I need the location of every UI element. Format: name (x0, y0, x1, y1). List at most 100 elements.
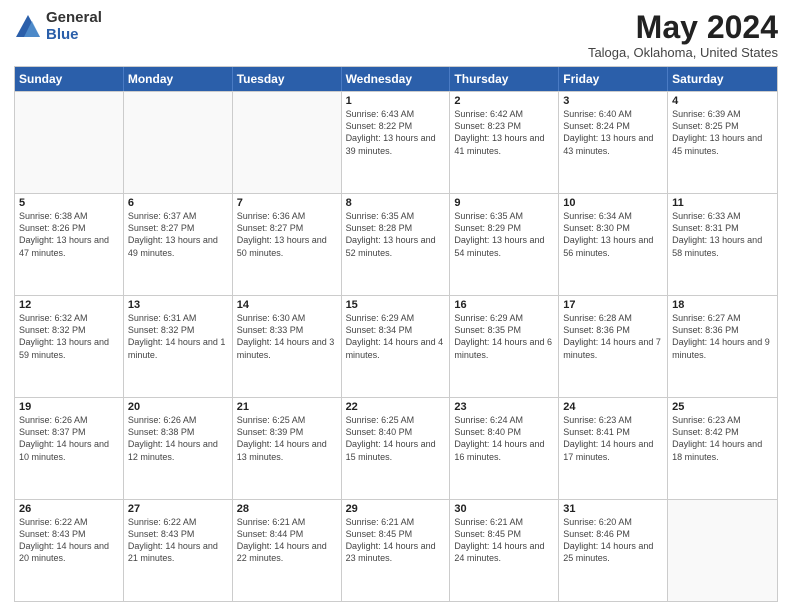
day-info: Sunrise: 6:40 AM Sunset: 8:24 PM Dayligh… (563, 108, 663, 157)
calendar-day-cell: 22Sunrise: 6:25 AM Sunset: 8:40 PM Dayli… (342, 398, 451, 499)
calendar-day-cell: 17Sunrise: 6:28 AM Sunset: 8:36 PM Dayli… (559, 296, 668, 397)
day-info: Sunrise: 6:23 AM Sunset: 8:41 PM Dayligh… (563, 414, 663, 463)
calendar-day-header: Sunday (15, 67, 124, 91)
calendar-day-cell: 19Sunrise: 6:26 AM Sunset: 8:37 PM Dayli… (15, 398, 124, 499)
calendar-day-cell (124, 92, 233, 193)
logo-text: General Blue (46, 10, 102, 43)
day-info: Sunrise: 6:25 AM Sunset: 8:39 PM Dayligh… (237, 414, 337, 463)
day-number: 24 (563, 401, 663, 413)
calendar-week-row: 12Sunrise: 6:32 AM Sunset: 8:32 PM Dayli… (15, 295, 777, 397)
day-number: 26 (19, 503, 119, 515)
calendar-day-cell: 21Sunrise: 6:25 AM Sunset: 8:39 PM Dayli… (233, 398, 342, 499)
calendar-day-cell: 26Sunrise: 6:22 AM Sunset: 8:43 PM Dayli… (15, 500, 124, 601)
day-info: Sunrise: 6:27 AM Sunset: 8:36 PM Dayligh… (672, 312, 773, 361)
calendar-day-cell: 12Sunrise: 6:32 AM Sunset: 8:32 PM Dayli… (15, 296, 124, 397)
logo: General Blue (14, 10, 102, 43)
day-info: Sunrise: 6:21 AM Sunset: 8:45 PM Dayligh… (454, 516, 554, 565)
day-info: Sunrise: 6:30 AM Sunset: 8:33 PM Dayligh… (237, 312, 337, 361)
day-number: 25 (672, 401, 773, 413)
day-number: 16 (454, 299, 554, 311)
day-number: 5 (19, 197, 119, 209)
calendar-day-cell: 18Sunrise: 6:27 AM Sunset: 8:36 PM Dayli… (668, 296, 777, 397)
day-info: Sunrise: 6:20 AM Sunset: 8:46 PM Dayligh… (563, 516, 663, 565)
calendar-day-header: Monday (124, 67, 233, 91)
calendar-day-cell: 4Sunrise: 6:39 AM Sunset: 8:25 PM Daylig… (668, 92, 777, 193)
calendar-day-cell: 20Sunrise: 6:26 AM Sunset: 8:38 PM Dayli… (124, 398, 233, 499)
calendar-day-header: Tuesday (233, 67, 342, 91)
day-info: Sunrise: 6:21 AM Sunset: 8:45 PM Dayligh… (346, 516, 446, 565)
day-number: 19 (19, 401, 119, 413)
logo-icon (14, 13, 42, 41)
day-info: Sunrise: 6:26 AM Sunset: 8:37 PM Dayligh… (19, 414, 119, 463)
calendar-header: SundayMondayTuesdayWednesdayThursdayFrid… (15, 67, 777, 91)
day-info: Sunrise: 6:39 AM Sunset: 8:25 PM Dayligh… (672, 108, 773, 157)
day-number: 14 (237, 299, 337, 311)
day-info: Sunrise: 6:35 AM Sunset: 8:28 PM Dayligh… (346, 210, 446, 259)
day-info: Sunrise: 6:37 AM Sunset: 8:27 PM Dayligh… (128, 210, 228, 259)
day-number: 27 (128, 503, 228, 515)
day-info: Sunrise: 6:35 AM Sunset: 8:29 PM Dayligh… (454, 210, 554, 259)
calendar-day-cell: 11Sunrise: 6:33 AM Sunset: 8:31 PM Dayli… (668, 194, 777, 295)
calendar-day-cell (233, 92, 342, 193)
day-info: Sunrise: 6:29 AM Sunset: 8:35 PM Dayligh… (454, 312, 554, 361)
day-number: 2 (454, 95, 554, 107)
header: General Blue May 2024 Taloga, Oklahoma, … (14, 10, 778, 60)
day-info: Sunrise: 6:26 AM Sunset: 8:38 PM Dayligh… (128, 414, 228, 463)
month-year-title: May 2024 (588, 10, 778, 45)
day-number: 11 (672, 197, 773, 209)
day-info: Sunrise: 6:36 AM Sunset: 8:27 PM Dayligh… (237, 210, 337, 259)
calendar-day-cell: 3Sunrise: 6:40 AM Sunset: 8:24 PM Daylig… (559, 92, 668, 193)
calendar-day-cell: 16Sunrise: 6:29 AM Sunset: 8:35 PM Dayli… (450, 296, 559, 397)
title-area: May 2024 Taloga, Oklahoma, United States (588, 10, 778, 60)
calendar-body: 1Sunrise: 6:43 AM Sunset: 8:22 PM Daylig… (15, 91, 777, 601)
day-number: 20 (128, 401, 228, 413)
day-info: Sunrise: 6:29 AM Sunset: 8:34 PM Dayligh… (346, 312, 446, 361)
day-number: 1 (346, 95, 446, 107)
calendar-day-cell: 7Sunrise: 6:36 AM Sunset: 8:27 PM Daylig… (233, 194, 342, 295)
day-number: 4 (672, 95, 773, 107)
calendar-day-cell: 27Sunrise: 6:22 AM Sunset: 8:43 PM Dayli… (124, 500, 233, 601)
day-info: Sunrise: 6:42 AM Sunset: 8:23 PM Dayligh… (454, 108, 554, 157)
day-info: Sunrise: 6:31 AM Sunset: 8:32 PM Dayligh… (128, 312, 228, 361)
day-number: 22 (346, 401, 446, 413)
calendar-day-cell: 14Sunrise: 6:30 AM Sunset: 8:33 PM Dayli… (233, 296, 342, 397)
day-info: Sunrise: 6:32 AM Sunset: 8:32 PM Dayligh… (19, 312, 119, 361)
calendar-day-cell: 24Sunrise: 6:23 AM Sunset: 8:41 PM Dayli… (559, 398, 668, 499)
page: General Blue May 2024 Taloga, Oklahoma, … (0, 0, 792, 612)
day-number: 9 (454, 197, 554, 209)
day-number: 18 (672, 299, 773, 311)
calendar-day-cell: 8Sunrise: 6:35 AM Sunset: 8:28 PM Daylig… (342, 194, 451, 295)
calendar: SundayMondayTuesdayWednesdayThursdayFrid… (14, 66, 778, 602)
calendar-day-cell: 6Sunrise: 6:37 AM Sunset: 8:27 PM Daylig… (124, 194, 233, 295)
calendar-day-cell: 30Sunrise: 6:21 AM Sunset: 8:45 PM Dayli… (450, 500, 559, 601)
day-number: 12 (19, 299, 119, 311)
day-info: Sunrise: 6:38 AM Sunset: 8:26 PM Dayligh… (19, 210, 119, 259)
day-info: Sunrise: 6:21 AM Sunset: 8:44 PM Dayligh… (237, 516, 337, 565)
calendar-day-cell: 9Sunrise: 6:35 AM Sunset: 8:29 PM Daylig… (450, 194, 559, 295)
calendar-day-cell (668, 500, 777, 601)
calendar-day-cell: 2Sunrise: 6:42 AM Sunset: 8:23 PM Daylig… (450, 92, 559, 193)
calendar-day-header: Thursday (450, 67, 559, 91)
logo-general: General (46, 10, 102, 27)
calendar-day-cell: 28Sunrise: 6:21 AM Sunset: 8:44 PM Dayli… (233, 500, 342, 601)
calendar-day-cell: 25Sunrise: 6:23 AM Sunset: 8:42 PM Dayli… (668, 398, 777, 499)
calendar-day-cell: 13Sunrise: 6:31 AM Sunset: 8:32 PM Dayli… (124, 296, 233, 397)
day-info: Sunrise: 6:43 AM Sunset: 8:22 PM Dayligh… (346, 108, 446, 157)
calendar-week-row: 5Sunrise: 6:38 AM Sunset: 8:26 PM Daylig… (15, 193, 777, 295)
logo-blue: Blue (46, 27, 102, 44)
day-number: 29 (346, 503, 446, 515)
day-number: 3 (563, 95, 663, 107)
day-info: Sunrise: 6:24 AM Sunset: 8:40 PM Dayligh… (454, 414, 554, 463)
day-info: Sunrise: 6:33 AM Sunset: 8:31 PM Dayligh… (672, 210, 773, 259)
day-info: Sunrise: 6:28 AM Sunset: 8:36 PM Dayligh… (563, 312, 663, 361)
day-info: Sunrise: 6:34 AM Sunset: 8:30 PM Dayligh… (563, 210, 663, 259)
calendar-week-row: 19Sunrise: 6:26 AM Sunset: 8:37 PM Dayli… (15, 397, 777, 499)
day-number: 30 (454, 503, 554, 515)
calendar-day-cell: 15Sunrise: 6:29 AM Sunset: 8:34 PM Dayli… (342, 296, 451, 397)
calendar-day-header: Saturday (668, 67, 777, 91)
calendar-day-header: Friday (559, 67, 668, 91)
day-number: 15 (346, 299, 446, 311)
day-number: 13 (128, 299, 228, 311)
calendar-day-header: Wednesday (342, 67, 451, 91)
day-number: 7 (237, 197, 337, 209)
